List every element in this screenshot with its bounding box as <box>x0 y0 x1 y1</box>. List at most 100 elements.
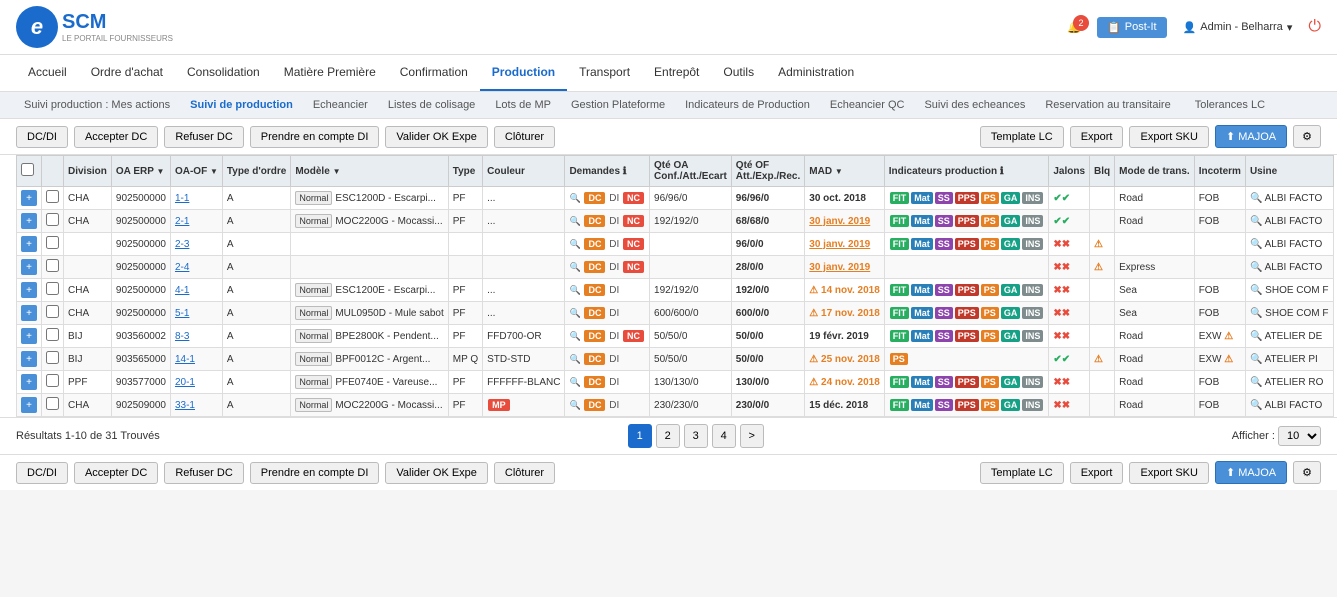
expand-button[interactable]: + <box>21 351 37 367</box>
row-checkbox[interactable] <box>46 351 59 364</box>
nav-transport[interactable]: Transport <box>567 55 642 91</box>
page-next-button[interactable]: > <box>740 424 764 448</box>
expand-button[interactable]: + <box>21 190 37 206</box>
row-expand[interactable]: + <box>17 233 42 256</box>
search-icon[interactable]: 🔍 <box>1250 354 1262 365</box>
oaof-link[interactable]: 2-1 <box>175 216 189 227</box>
subnav-colisage[interactable]: Listes de colisage <box>380 96 483 114</box>
expand-button[interactable]: + <box>21 374 37 390</box>
row-checkbox[interactable] <box>46 374 59 387</box>
expand-button[interactable]: + <box>21 259 37 275</box>
subnav-suivi-echeances[interactable]: Suivi des echeances <box>916 96 1033 114</box>
subnav-lots[interactable]: Lots de MP <box>487 96 559 114</box>
oaof-link[interactable]: 33-1 <box>175 400 195 411</box>
row-expand[interactable]: + <box>17 279 42 302</box>
refuser-dc-button[interactable]: Refuser DC <box>164 126 243 148</box>
row-oaof[interactable]: 2-3 <box>170 233 222 256</box>
row-oaof[interactable]: 4-1 <box>170 279 222 302</box>
bottom-dcddi-button[interactable]: DC/DI <box>16 462 68 484</box>
subnav-suivi[interactable]: Suivi de production <box>182 96 301 114</box>
bottom-accepter-button[interactable]: Accepter DC <box>74 462 158 484</box>
row-checkbox[interactable] <box>46 397 59 410</box>
nav-entrepot[interactable]: Entrepôt <box>642 55 711 91</box>
expand-button[interactable]: + <box>21 282 37 298</box>
row-oaof[interactable]: 20-1 <box>170 371 222 394</box>
prendre-button[interactable]: Prendre en compte DI <box>250 126 380 148</box>
exportsku-button[interactable]: Export SKU <box>1129 126 1208 148</box>
select-all-checkbox[interactable] <box>21 163 34 176</box>
bottom-exportsku-button[interactable]: Export SKU <box>1129 462 1208 484</box>
row-expand[interactable]: + <box>17 325 42 348</box>
row-checkbox[interactable] <box>46 282 59 295</box>
oaof-link[interactable]: 5-1 <box>175 308 189 319</box>
expand-button[interactable]: + <box>21 236 37 252</box>
nav-matiere[interactable]: Matière Première <box>272 55 388 91</box>
oaof-link[interactable]: 2-4 <box>175 262 189 273</box>
row-oaof[interactable]: 5-1 <box>170 302 222 325</box>
row-expand[interactable]: + <box>17 256 42 279</box>
cloture-button[interactable]: Clôturer <box>494 126 555 148</box>
row-oaof[interactable]: 1-1 <box>170 187 222 210</box>
admin-dropdown[interactable]: 👤 Admin - Belharra ▾ <box>1183 21 1293 34</box>
nav-administration[interactable]: Administration <box>766 55 866 91</box>
nav-consolidation[interactable]: Consolidation <box>175 55 272 91</box>
search-icon[interactable]: 🔍 <box>1250 285 1262 296</box>
notification-bell[interactable]: 🔔 2 <box>1067 21 1081 34</box>
search-icon[interactable]: 🔍 <box>1250 262 1262 273</box>
nav-confirmation[interactable]: Confirmation <box>388 55 480 91</box>
oaof-link[interactable]: 14-1 <box>175 354 195 365</box>
bottom-settings-button[interactable]: ⚙ <box>1293 461 1321 484</box>
row-checkbox[interactable] <box>46 190 59 203</box>
bottom-majoa-button[interactable]: ⬆ MAJOA <box>1215 461 1287 484</box>
oaof-link[interactable]: 1-1 <box>175 193 189 204</box>
oaof-link[interactable]: 4-1 <box>175 285 189 296</box>
expand-button[interactable]: + <box>21 328 37 344</box>
oaof-link[interactable]: 20-1 <box>175 377 195 388</box>
page-1-button[interactable]: 1 <box>628 424 652 448</box>
search-icon[interactable]: 🔍 <box>1250 193 1262 204</box>
oaof-link[interactable]: 2-3 <box>175 239 189 250</box>
search-icon[interactable]: 🔍 <box>1250 216 1262 227</box>
nav-production[interactable]: Production <box>480 55 567 91</box>
bottom-cloture-button[interactable]: Clôturer <box>494 462 555 484</box>
bottom-template-button[interactable]: Template LC <box>980 462 1064 484</box>
row-expand[interactable]: + <box>17 187 42 210</box>
subnav-indicateurs[interactable]: Indicateurs de Production <box>677 96 818 114</box>
nav-accueil[interactable]: Accueil <box>16 55 79 91</box>
subnav-echeancier[interactable]: Echeancier <box>305 96 376 114</box>
row-checkbox[interactable] <box>46 305 59 318</box>
subnav-reservation[interactable]: Reservation au transitaire <box>1037 96 1178 114</box>
row-expand[interactable]: + <box>17 302 42 325</box>
settings-button[interactable]: ⚙ <box>1293 125 1321 148</box>
row-checkbox[interactable] <box>46 259 59 272</box>
row-checkbox[interactable] <box>46 213 59 226</box>
bottom-valider-button[interactable]: Valider OK Expe <box>385 462 488 484</box>
postit-button[interactable]: 📋 Post-It <box>1097 17 1167 38</box>
subnav-tolerances[interactable]: Tolerances LC <box>1187 96 1273 114</box>
export-button[interactable]: Export <box>1070 126 1124 148</box>
row-oaof[interactable]: 33-1 <box>170 394 222 417</box>
row-expand[interactable]: + <box>17 394 42 417</box>
search-icon[interactable]: 🔍 <box>1250 377 1262 388</box>
nav-outils[interactable]: Outils <box>711 55 766 91</box>
search-icon[interactable]: 🔍 <box>1250 239 1262 250</box>
search-icon[interactable]: 🔍 <box>1250 400 1262 411</box>
row-oaof[interactable]: 14-1 <box>170 348 222 371</box>
expand-button[interactable]: + <box>21 213 37 229</box>
search-icon[interactable]: 🔍 <box>1250 308 1262 319</box>
page-4-button[interactable]: 4 <box>712 424 736 448</box>
nav-ordre[interactable]: Ordre d'achat <box>79 55 175 91</box>
majoa-button[interactable]: ⬆ MAJOA <box>1215 125 1287 148</box>
row-expand[interactable]: + <box>17 371 42 394</box>
expand-button[interactable]: + <box>21 305 37 321</box>
oaof-link[interactable]: 8-3 <box>175 331 189 342</box>
subnav-gestion[interactable]: Gestion Plateforme <box>563 96 673 114</box>
valider-button[interactable]: Valider OK Expe <box>385 126 488 148</box>
row-checkbox[interactable] <box>46 236 59 249</box>
search-icon[interactable]: 🔍 <box>1250 331 1262 342</box>
bottom-export-button[interactable]: Export <box>1070 462 1124 484</box>
page-2-button[interactable]: 2 <box>656 424 680 448</box>
bottom-refuser-button[interactable]: Refuser DC <box>164 462 243 484</box>
row-expand[interactable]: + <box>17 348 42 371</box>
row-expand[interactable]: + <box>17 210 42 233</box>
